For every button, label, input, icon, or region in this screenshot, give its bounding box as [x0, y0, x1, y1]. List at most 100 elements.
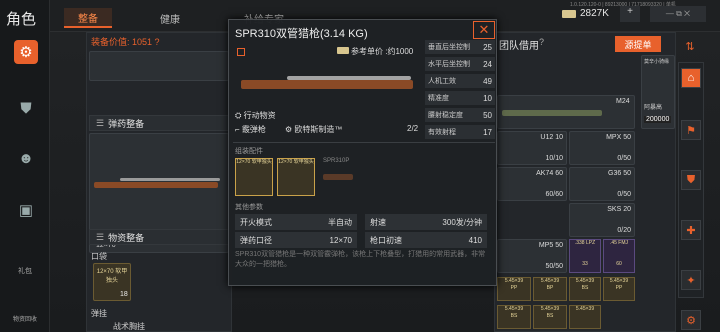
grid-sks-name: SKS 20 — [607, 206, 631, 213]
attach-slot-3[interactable]: SPR310P — [323, 158, 361, 196]
stat-row: 垂直后坐控制 25 — [425, 40, 495, 54]
supply-header[interactable]: ☰ 物资整备 — [89, 229, 229, 245]
grid-mpx[interactable]: MPX 50 0/50 — [569, 131, 635, 165]
stat-value: 24 — [483, 59, 492, 69]
tag-supply: ⛭ 行动物资 — [235, 110, 276, 121]
ammo-545-7-label: 5.45×39 — [575, 306, 595, 312]
pocket-item[interactable]: 12×70 软甲独头 18 — [93, 263, 131, 301]
ammo-45-count: 60 — [616, 261, 622, 267]
supply-icon: ⛭ — [235, 111, 244, 120]
share-icon[interactable] — [237, 48, 245, 56]
cost-value: 200000 — [644, 116, 672, 123]
grid-ak74-name: AK74 60 — [536, 170, 563, 177]
ref-price: 参考单价 :约1000 — [351, 47, 414, 56]
gift-label[interactable]: 礼包 — [12, 266, 38, 276]
attach-header: 组装配件 — [235, 148, 263, 155]
grid-g36-ammo: 0/50 — [617, 191, 631, 198]
ammo-545-4[interactable]: 5.45×39 PP — [603, 277, 635, 301]
stash-help-icon[interactable]: ? — [539, 37, 544, 47]
currency-value: 2827K — [580, 8, 609, 19]
param-row: 弹药口径 12×70 — [235, 232, 357, 248]
armor-category-icon[interactable]: ⛊ — [681, 170, 701, 190]
home-category-icon[interactable]: ⌂ — [681, 68, 701, 88]
mosin-slot[interactable]: 莫辛小骑缘 阿暴高 200000 — [641, 55, 675, 129]
shotgun-large-image — [241, 80, 413, 89]
backpack-icon[interactable]: ▣ — [14, 198, 38, 222]
param-name: 开火模式 — [240, 217, 272, 227]
pocket-label: 口袋 — [91, 252, 107, 261]
m24-image — [502, 110, 602, 116]
ammo-545-3[interactable]: 5.45×39 BS — [569, 277, 601, 301]
close-icon[interactable]: ✕ — [473, 21, 495, 39]
stat-row: 有效射程 17 — [425, 125, 495, 139]
page-title: 角色 — [6, 11, 37, 28]
stat-row: 腰射稳定度 50 — [425, 108, 495, 122]
shotgun-image — [94, 182, 218, 188]
add-currency-button[interactable]: + — [620, 6, 640, 22]
helmet-icon[interactable]: ☻ — [14, 146, 38, 170]
tag-maker-label: 欧特斯制造™ — [294, 125, 343, 134]
equipment-panel: 装备价值: 1051 ? ☰ 弹药整备 12×70 ☰ 物资整备 口袋 12×70 … — [86, 32, 232, 332]
recycle-label[interactable]: 物资回收 — [6, 314, 44, 323]
weapon-category-icon[interactable]: ⚑ — [681, 120, 701, 140]
window-controls[interactable]: — ⧉ ✕ — [650, 6, 706, 22]
armor-icon[interactable]: ⛊ — [14, 96, 38, 120]
m24-slot[interactable]: M24 — [497, 95, 635, 129]
grid-mp5-ammo: 50/50 — [545, 263, 563, 270]
ammo-338[interactable]: .338 LPZ 33 — [569, 239, 601, 273]
ammo-545-6[interactable]: 5.45×39 BS — [533, 305, 567, 329]
attach-slot-2[interactable]: 12×70 软甲独头 — [277, 158, 315, 196]
grid-mp5[interactable]: MP5 50 50/50 — [497, 239, 567, 273]
stash-panel: 团队借用 ? 源提单 M24 莫辛小骑缘 阿暴高 200000 U12 10 1… — [494, 32, 676, 332]
ammo-header-label: 弹药整备 — [108, 118, 145, 129]
maker-icon: ⚙ — [285, 125, 295, 134]
character-icon[interactable]: ⚙ — [14, 40, 38, 64]
tag-maker: ⚙ 欧特斯制造™ — [285, 124, 342, 135]
grid-sks[interactable]: SKS 20 0/20 — [569, 203, 635, 237]
tag-shotgun: ⌐ 霰弹枪 — [235, 124, 266, 135]
misc-category-icon[interactable]: ✦ — [681, 270, 701, 290]
tab-health[interactable]: 健康 — [146, 8, 194, 28]
supply-header-label: 物资整备 — [108, 232, 145, 243]
param-name: 弹药口径 — [240, 235, 272, 245]
ammo-category-icon[interactable]: ✚ — [681, 220, 701, 240]
tab-prepare[interactable]: 整备 — [64, 8, 112, 28]
grid-u12[interactable]: U12 10 10/10 — [497, 131, 567, 165]
attach-slot-1-label: 12×70 软甲独头 — [236, 159, 272, 165]
ammo-545-1[interactable]: 5.45×39 PP — [497, 277, 531, 301]
attach-slot-1[interactable]: 12×70 软甲独头 — [235, 158, 273, 196]
stat-name: 垂直后坐控制 — [428, 44, 470, 51]
tag-supply-label: 行动物资 — [243, 111, 276, 120]
filter-button[interactable]: 源提单 — [615, 36, 661, 52]
stat-value: 25 — [483, 42, 492, 52]
ammo-545-2[interactable]: 5.45×39 BP — [533, 277, 567, 301]
params-header: 其他参数 — [235, 204, 263, 211]
sort-icon[interactable]: ⇅ — [680, 36, 700, 56]
vest-label: 弹挂 — [91, 309, 107, 318]
grid-g36[interactable]: G36 50 0/50 — [569, 167, 635, 201]
ammo-545-5[interactable]: 5.45×39 BS — [497, 305, 531, 329]
grid-ak74-ammo: 60/60 — [545, 191, 563, 198]
grid-mpx-name: MPX 50 — [606, 134, 631, 141]
stat-name: 人机工效 — [428, 78, 456, 85]
stats-column: 垂直后坐控制 25 水平后坐控制 24 人机工效 49 精准度 10 腰射稳定度 50 有… — [425, 40, 495, 142]
grid-ak74[interactable]: AK74 60 60/60 — [497, 167, 567, 201]
stat-name: 精准度 — [428, 95, 449, 102]
ammo-header[interactable]: ☰ 弹药整备 — [89, 115, 229, 131]
stat-value: 17 — [483, 127, 492, 137]
slot-empty-1[interactable] — [89, 51, 229, 81]
ammo-545-6-tag: BS — [546, 313, 554, 319]
ammo-545-4-label: 5.45×39 — [609, 278, 629, 284]
param-row: 开火模式 半自动 — [235, 214, 357, 230]
ammo-545-2-tag: BP — [546, 285, 554, 291]
ammo-545-7[interactable]: 5.45×39 — [569, 305, 601, 329]
list-icon-2: ☰ — [96, 231, 105, 242]
screen: 角色 ⚙ ⛊ ☻ ▣ 礼包 物资回收 整备 健康 补给专家 1.0.120.12… — [0, 0, 720, 332]
tools-category-icon[interactable]: ⚙ — [681, 310, 701, 330]
item-title: SPR310双管猎枪(3.14 KG) — [235, 28, 368, 40]
ammo-545-3-label: 5.45×39 — [575, 278, 595, 284]
stash-header: 团队借用 — [499, 41, 539, 52]
param-row: 枪口初速 410 — [365, 232, 487, 248]
vest-slot-label: 战术胸挂 — [113, 322, 145, 331]
ammo-45[interactable]: .45 FMJ 60 — [603, 239, 635, 273]
